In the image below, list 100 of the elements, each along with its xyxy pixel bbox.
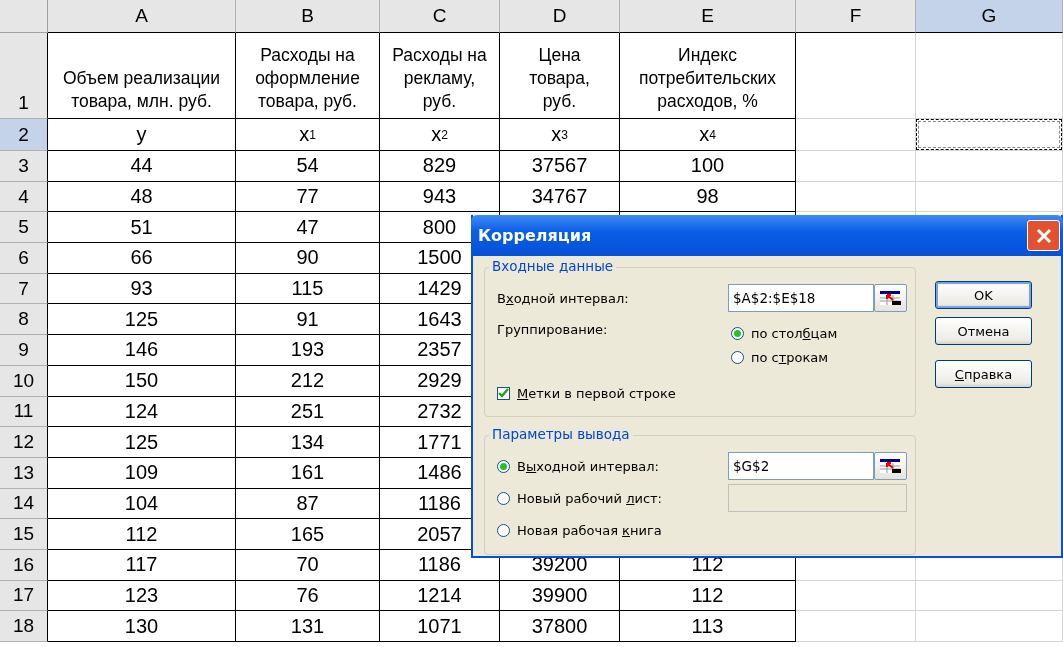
table-cell: 47 (236, 212, 380, 244)
table-cell: 131 (236, 611, 380, 642)
table-cell: 125 (48, 304, 236, 336)
table-cell: 150 (48, 365, 236, 397)
table-cell: 76 (236, 580, 380, 612)
table-cell: 87 (236, 488, 380, 520)
column-header[interactable]: C (380, 0, 500, 33)
table-cell: 90 (236, 243, 380, 274)
checkbox[interactable] (497, 386, 510, 400)
table-cell: 134 (236, 427, 380, 458)
row-header[interactable]: 1 (0, 33, 48, 119)
dialog-button[interactable]: Справка (935, 360, 1032, 388)
table-cell: 109 (48, 457, 236, 489)
radio-button[interactable] (497, 459, 510, 473)
row-header[interactable]: 16 (0, 549, 48, 581)
table-cell: 112 (48, 519, 236, 550)
table-cell: 48 (48, 181, 236, 213)
table-cell: 39900 (500, 580, 620, 612)
radio-button[interactable] (731, 351, 744, 364)
table-cell: Цена товара, руб. (500, 33, 620, 119)
table-cell: 98 (620, 181, 796, 213)
row-header[interactable]: 17 (0, 580, 48, 612)
row-header[interactable]: 11 (0, 396, 48, 428)
range-input-field[interactable]: $A$2:$E$18 (728, 284, 874, 312)
close-button[interactable] (1027, 220, 1060, 251)
radio-button[interactable] (731, 327, 744, 340)
table-cell: Индекс потребительских расходов, % (620, 33, 796, 119)
column-header[interactable]: A (48, 0, 236, 33)
table-cell: 91 (236, 304, 380, 336)
row-header[interactable]: 2 (0, 119, 48, 151)
selected-cell[interactable] (916, 119, 1062, 150)
field-label: Входной интервал: (497, 290, 629, 306)
table-cell: 113 (620, 611, 796, 642)
table-cell: 37800 (500, 611, 620, 642)
row-header[interactable]: 13 (0, 457, 48, 489)
group-title: Входные данные (489, 258, 617, 274)
column-header[interactable]: G (916, 0, 1063, 33)
field-label: Группирование: (497, 322, 608, 337)
table-cell: 1071 (380, 611, 500, 642)
column-header[interactable]: D (500, 0, 620, 33)
row-header[interactable]: 9 (0, 335, 48, 366)
table-cell: 100 (620, 151, 796, 182)
table-cell: 104 (48, 488, 236, 520)
table-cell: Объем реализации товара, млн. руб. (48, 33, 236, 119)
table-cell: 124 (48, 396, 236, 428)
table-cell: 34767 (500, 181, 620, 213)
column-header[interactable]: B (236, 0, 380, 33)
table-cell: 93 (48, 273, 236, 305)
row-header[interactable]: 12 (0, 427, 48, 458)
row-header[interactable]: 6 (0, 243, 48, 274)
table-cell: 161 (236, 457, 380, 489)
radio-label[interactable]: Выходной интервал: (517, 458, 659, 474)
table-cell: 146 (48, 335, 236, 366)
table-cell: Расходы на рекламу, руб. (380, 33, 500, 119)
table-cell: 165 (236, 519, 380, 550)
table-cell: Расходы на оформление товара, руб. (236, 33, 380, 119)
table-cell: 212 (236, 365, 380, 397)
table-cell: 125 (48, 427, 236, 458)
row-header[interactable]: 10 (0, 365, 48, 397)
table-cell: 829 (380, 151, 500, 182)
radio-button[interactable] (497, 523, 510, 537)
table-cell: 44 (48, 151, 236, 182)
table-cell: 115 (236, 273, 380, 305)
row-header[interactable]: 5 (0, 212, 48, 244)
table-cell: 117 (48, 549, 236, 581)
row-header[interactable]: 7 (0, 273, 48, 305)
table-cell: 112 (620, 580, 796, 612)
row-header[interactable]: 3 (0, 151, 48, 182)
collapse-dialog-button[interactable] (874, 284, 907, 312)
row-header[interactable]: 8 (0, 304, 48, 336)
radio-label[interactable]: Новая рабочая книга (517, 522, 662, 538)
table-cell: 54 (236, 151, 380, 182)
row-header[interactable]: 18 (0, 611, 48, 642)
radio-label[interactable]: по столбцам (751, 326, 838, 341)
range-select-icon (878, 457, 903, 475)
row-header[interactable]: 15 (0, 519, 48, 550)
checkmark-icon (498, 387, 509, 399)
range-select-icon (878, 289, 903, 307)
range-input-field[interactable]: $G$2 (728, 452, 874, 480)
table-cell: 251 (236, 396, 380, 428)
table-cell: 66 (48, 243, 236, 274)
dialog-button[interactable]: Отмена (935, 317, 1032, 345)
table-cell: 51 (48, 212, 236, 244)
checkbox-label[interactable]: Метки в первой строке (517, 385, 676, 401)
table-cell: 130 (48, 611, 236, 642)
column-header[interactable]: E (620, 0, 796, 33)
table-cell: y (48, 119, 236, 151)
table-cell: 70 (236, 549, 380, 581)
table-cell: 123 (48, 580, 236, 612)
dialog-button[interactable]: OK (935, 281, 1032, 309)
row-header[interactable]: 14 (0, 488, 48, 520)
row-header[interactable]: 4 (0, 181, 48, 213)
radio-label[interactable]: по строкам (751, 350, 829, 365)
table-cell: 943 (380, 181, 500, 213)
table-cell: 1214 (380, 580, 500, 612)
group-title: Параметры вывода (489, 426, 633, 442)
table-cell: 193 (236, 335, 380, 366)
collapse-dialog-button[interactable] (874, 452, 907, 480)
column-header[interactable]: F (796, 0, 916, 33)
table-cell: 37567 (500, 151, 620, 182)
